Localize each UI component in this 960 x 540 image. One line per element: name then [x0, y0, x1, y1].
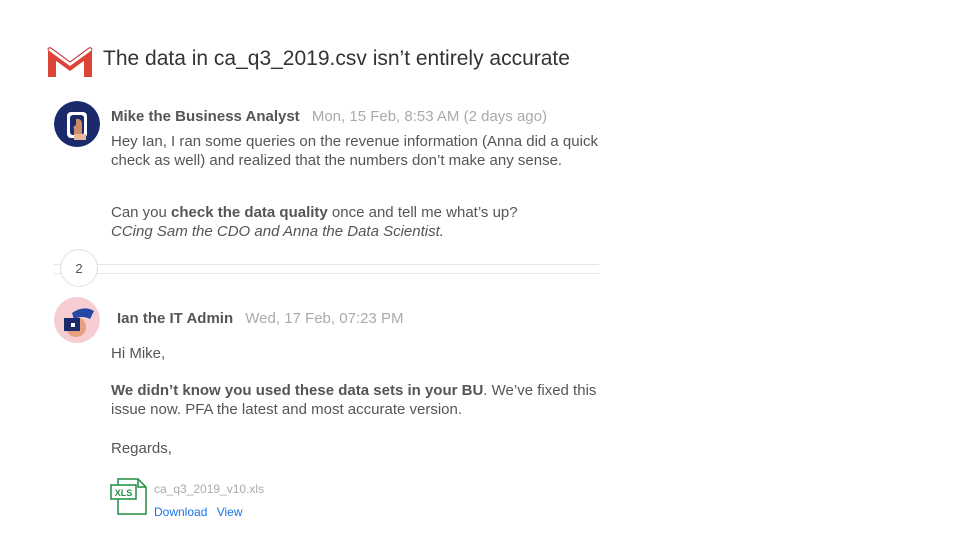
sender-name[interactable]: Mike the Business Analyst — [111, 108, 300, 125]
sender-name[interactable]: Ian the IT Admin — [117, 310, 233, 327]
message-body-paragraph: Can you check the data quality once and … — [111, 203, 601, 241]
avatar[interactable] — [54, 297, 100, 343]
collapsed-messages-count[interactable]: 2 — [60, 249, 98, 287]
download-link[interactable]: Download — [154, 505, 207, 519]
signoff: Regards, — [111, 440, 172, 457]
message-header-mike: Mike the Business Analyst Mon, 15 Feb, 8… — [111, 108, 547, 125]
italic-cc-note: CCing Sam the CDO and Anna the Data Scie… — [111, 223, 444, 240]
message-date: Wed, 17 Feb, 07:23 PM — [245, 310, 404, 327]
thread-subject: The data in ca_q3_2019.csv isn’t entirel… — [103, 47, 570, 70]
message-body-paragraph: We didn’t know you used these data sets … — [111, 381, 601, 419]
message-body-paragraph: Hey Ian, I ran some queries on the reven… — [111, 133, 598, 169]
greeting: Hi Mike, — [111, 345, 166, 362]
ian-avatar-icon — [54, 297, 100, 343]
bold-text: check the data quality — [171, 204, 328, 221]
collapsed-divider — [54, 273, 599, 274]
view-link[interactable]: View — [217, 505, 243, 519]
message-date: Mon, 15 Feb, 8:53 AM (2 days ago) — [311, 108, 547, 125]
text-run: Can you — [111, 204, 172, 221]
gmail-icon — [47, 47, 93, 77]
xls-label: XLS — [115, 488, 133, 498]
collapsed-divider — [54, 264, 599, 265]
mike-avatar-icon — [54, 101, 100, 147]
attachment-actions: Download View — [154, 505, 243, 519]
message-header-ian: Ian the IT Admin Wed, 17 Feb, 07:23 PM — [117, 310, 403, 327]
avatar[interactable] — [54, 101, 100, 147]
xls-file-icon[interactable]: XLS — [110, 476, 150, 516]
attachment-file-name[interactable]: ca_q3_2019_v10.xls — [154, 482, 264, 496]
text-run: once and tell me what’s up? — [327, 204, 518, 221]
bold-text: We didn’t know you used these data sets … — [111, 382, 484, 399]
